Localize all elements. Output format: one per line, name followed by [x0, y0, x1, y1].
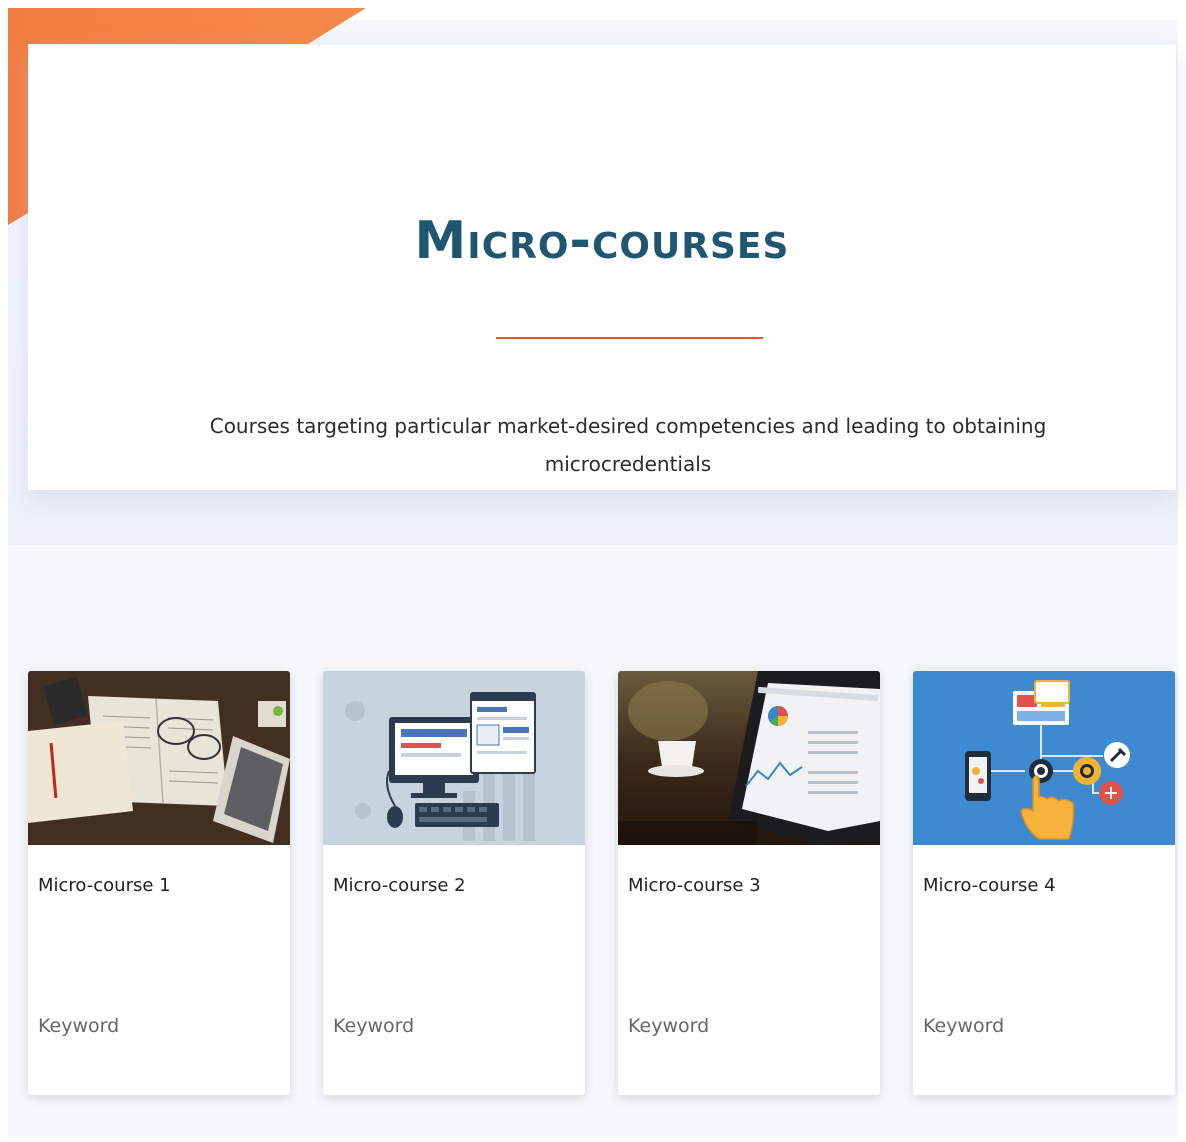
course-image-tablet-analytics[interactable]: [618, 671, 880, 845]
course-card-4[interactable]: Micro-course 4 Keyword: [913, 671, 1175, 1095]
course-title[interactable]: Micro-course 2: [333, 875, 466, 896]
course-keyword: Keyword: [333, 1015, 415, 1037]
course-image-computer[interactable]: [323, 671, 585, 845]
course-title[interactable]: Micro-course 4: [923, 875, 1056, 896]
course-keyword: Keyword: [628, 1015, 710, 1037]
course-keyword: Keyword: [923, 1015, 1005, 1037]
title-divider: [496, 337, 763, 339]
page-subtitle: Courses targeting particular market-desi…: [209, 414, 1047, 476]
page-title: Micro-courses: [414, 211, 790, 271]
course-image-books-and-tablet[interactable]: [28, 671, 290, 845]
course-image-digital-touch[interactable]: [913, 671, 1175, 845]
course-card-1[interactable]: Micro-course 1 Keyword: [28, 671, 290, 1095]
hero-section: Micro-courses Courses targeting particul…: [28, 45, 1176, 490]
course-cards-grid: Micro-course 1 Keyword Micro-course 2 Ke…: [28, 671, 1176, 1095]
course-card-2[interactable]: Micro-course 2 Keyword: [323, 671, 585, 1095]
course-title[interactable]: Micro-course 3: [628, 875, 761, 896]
course-title[interactable]: Micro-course 1: [38, 875, 171, 896]
course-keyword: Keyword: [38, 1015, 120, 1037]
course-card-3[interactable]: Micro-course 3 Keyword: [618, 671, 880, 1095]
